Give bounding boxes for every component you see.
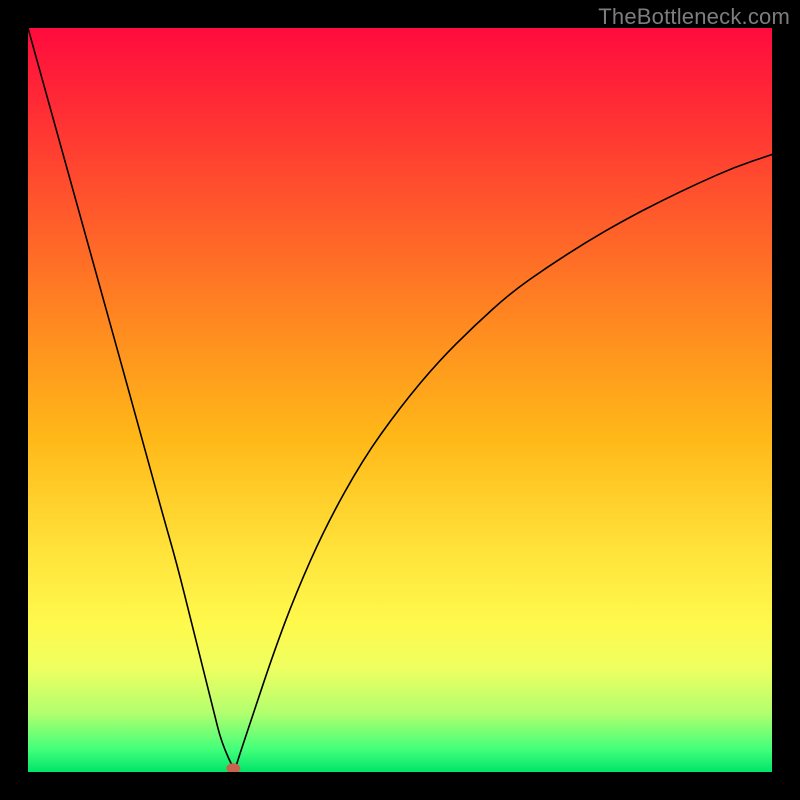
watermark-text: TheBottleneck.com [598, 4, 790, 30]
plot-svg [28, 28, 772, 772]
minimum-marker [226, 763, 240, 772]
bottleneck-curve [28, 28, 772, 769]
chart-frame: TheBottleneck.com [0, 0, 800, 800]
plot-area [28, 28, 772, 772]
